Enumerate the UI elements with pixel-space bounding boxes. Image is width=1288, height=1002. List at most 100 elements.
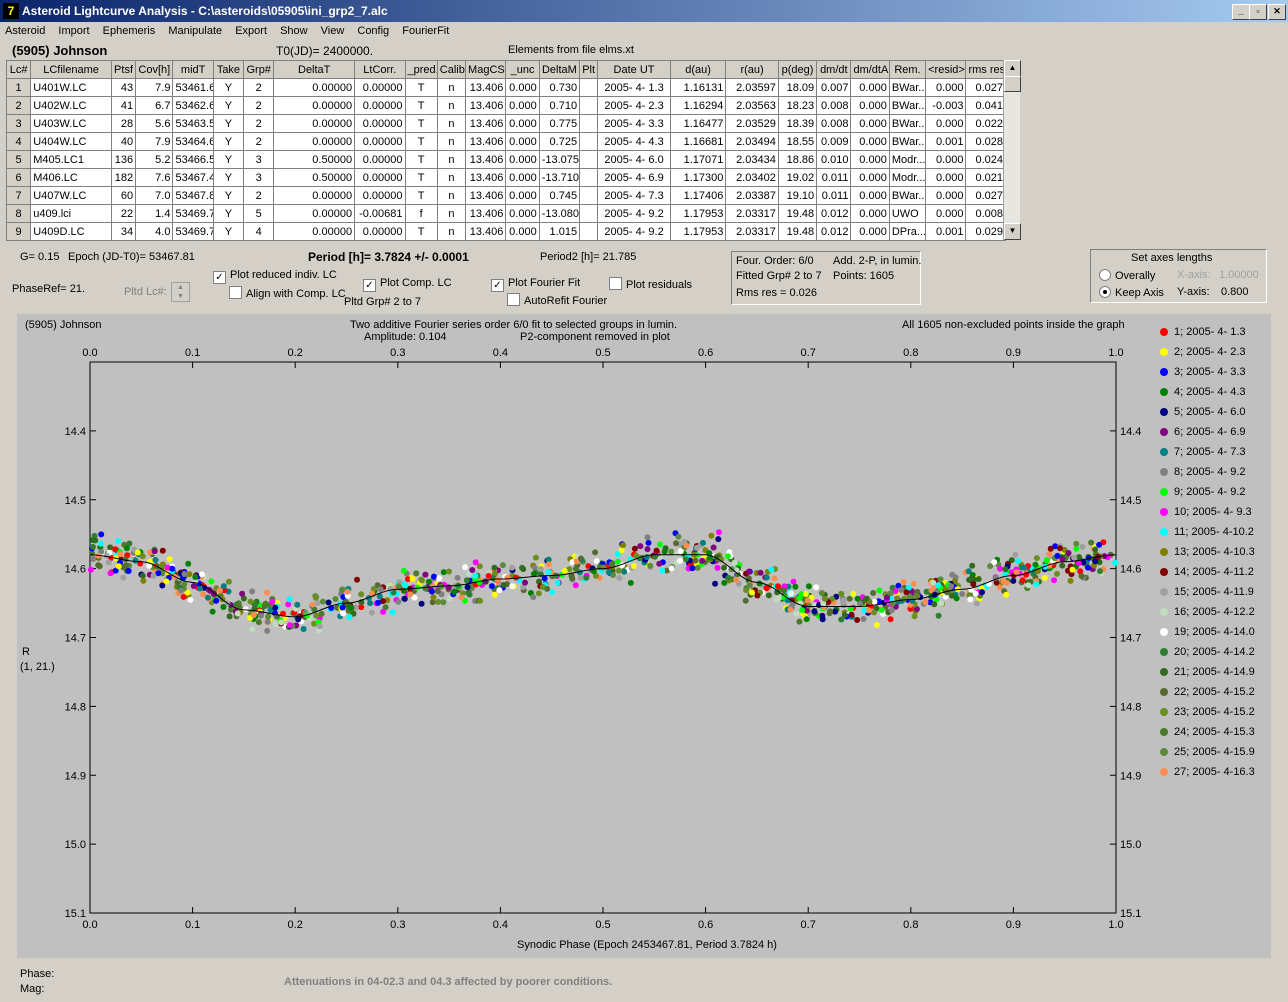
table-cell[interactable]: 19.48 (777, 222, 818, 241)
plot-comp-checkbox[interactable]: ✓ Plot Comp. LC (363, 277, 452, 292)
table-cell[interactable]: Y (212, 168, 245, 187)
table-cell[interactable]: 0.024 (965, 150, 1006, 169)
table-cell[interactable]: 53461.6 (172, 78, 214, 97)
table-cell[interactable] (579, 186, 599, 205)
table-cell[interactable]: 2 (243, 78, 275, 97)
table-cell[interactable]: T (404, 168, 438, 187)
table-cell[interactable]: 2.03597 (725, 78, 779, 97)
table-cell[interactable]: u409.lci (30, 204, 112, 223)
table-cell[interactable]: 0.012 (816, 222, 852, 241)
table-cell[interactable]: 1.17953 (669, 204, 727, 223)
table-cell[interactable]: 7.0 (135, 186, 174, 205)
table-cell[interactable]: 0.000 (505, 186, 540, 205)
column-header[interactable]: <resid> (925, 60, 967, 79)
table-cell[interactable]: 1.16477 (669, 114, 727, 133)
table-cell[interactable]: 3 (243, 150, 275, 169)
table-cell[interactable]: 0.000 (925, 114, 967, 133)
table-cell[interactable]: 0.000 (925, 150, 967, 169)
table-cell[interactable]: 0.745 (538, 186, 581, 205)
column-header[interactable]: Take (212, 60, 245, 79)
table-cell[interactable]: 0.00000 (354, 96, 406, 115)
table-cell[interactable]: Y (212, 114, 245, 133)
column-header[interactable]: Rem. (888, 60, 927, 79)
table-cell[interactable]: -0.00681 (354, 204, 406, 223)
table-cell[interactable]: n (436, 204, 467, 223)
table-cell[interactable]: BWar.. (888, 114, 927, 133)
table-cell[interactable]: 0.029 (965, 222, 1006, 241)
menu-manipulate[interactable]: Manipulate (163, 22, 227, 37)
table-cell[interactable]: 2.03434 (725, 150, 779, 169)
table-cell[interactable]: 22 (110, 204, 137, 223)
table-cell[interactable]: 0.000 (925, 186, 967, 205)
table-cell[interactable]: 0.00000 (273, 114, 356, 133)
table-cell[interactable]: 53469.7 (172, 204, 214, 223)
table-cell[interactable]: -13.710 (538, 168, 581, 187)
table-cell[interactable]: 5 (243, 204, 275, 223)
table-cell[interactable]: 0.009 (816, 132, 852, 151)
table-cell[interactable]: 5.2 (135, 150, 174, 169)
menu-export[interactable]: Export (230, 22, 272, 37)
table-cell[interactable]: 0.000 (505, 78, 540, 97)
lightcurve-table[interactable]: Lc# LCfilename Ptsf Cov[h] midT Take Grp# Delta… (5, 60, 1006, 241)
table-cell[interactable]: 1.16294 (669, 96, 727, 115)
table-cell[interactable]: 0.00000 (354, 150, 406, 169)
minimize-button[interactable]: _ (1232, 4, 1250, 20)
table-cell[interactable]: 0.00000 (273, 132, 356, 151)
table-cell[interactable]: T (404, 96, 438, 115)
table-cell[interactable]: U404W.LC (30, 132, 112, 151)
table-cell[interactable]: BWar.. (888, 186, 927, 205)
table-cell[interactable]: 0.000 (505, 96, 540, 115)
table-cell[interactable]: 0.000 (850, 186, 890, 205)
table-cell[interactable]: 0.000 (505, 114, 540, 133)
column-header[interactable]: DeltaT (273, 60, 356, 79)
table-cell[interactable]: 0.00000 (273, 204, 356, 223)
column-header[interactable]: DeltaM (538, 60, 581, 79)
column-header[interactable]: dm/dtA (850, 60, 890, 79)
table-cell[interactable]: 0.027 (965, 78, 1006, 97)
table-cell[interactable]: 13.406 (465, 168, 507, 187)
table-cell[interactable]: 0.000 (505, 204, 540, 223)
table-cell[interactable]: 0.028 (965, 132, 1006, 151)
table-cell[interactable]: 2 (243, 186, 275, 205)
table-cell[interactable]: 0.00000 (273, 78, 356, 97)
column-header[interactable]: r(au) (725, 60, 779, 79)
table-cell[interactable]: 41 (110, 96, 137, 115)
table-cell[interactable]: 0.50000 (273, 168, 356, 187)
menu-config[interactable]: Config (352, 22, 394, 37)
table-cell[interactable]: 2005- 4- 2.3 (597, 96, 671, 115)
table-cell[interactable]: BWar.. (888, 78, 927, 97)
table-cell[interactable]: 53467.8 (172, 186, 214, 205)
table-cell[interactable]: 0.00000 (354, 114, 406, 133)
table-cell[interactable]: 34 (110, 222, 137, 241)
table-cell[interactable]: 0.000 (505, 132, 540, 151)
column-header[interactable]: Plt (579, 60, 599, 79)
table-row[interactable]: 7 U407W.LC 60 7.0 53467.8 Y 2 0.00000 0.00000 Tn 1… (5, 186, 1006, 205)
column-header[interactable]: dm/dt (816, 60, 852, 79)
table-cell[interactable]: 0.011 (816, 186, 852, 205)
table-cell[interactable] (579, 114, 599, 133)
table-cell[interactable]: UWO (888, 204, 927, 223)
table-cell[interactable]: M406.LC (30, 168, 112, 187)
table-cell[interactable]: 0.001 (925, 132, 967, 151)
table-cell[interactable]: 0.022 (965, 114, 1006, 133)
table-cell[interactable]: 2.03494 (725, 132, 779, 151)
menu-ephemeris[interactable]: Ephemeris (98, 22, 161, 37)
table-cell[interactable]: 7.6 (135, 168, 174, 187)
table-cell[interactable]: 0.008 (816, 96, 852, 115)
table-cell[interactable]: 0.000 (925, 204, 967, 223)
yaxis-input[interactable]: 0.800 (1221, 286, 1249, 298)
table-cell[interactable]: T (404, 222, 438, 241)
column-header[interactable]: Ptsf (110, 60, 137, 79)
table-cell[interactable]: 0.000 (505, 150, 540, 169)
table-cell[interactable]: 19.48 (777, 204, 818, 223)
table-cell[interactable]: 0.000 (850, 132, 890, 151)
plot-residuals-checkbox[interactable]: Plot residuals (609, 277, 692, 291)
table-cell[interactable]: 13.406 (465, 96, 507, 115)
table-cell[interactable]: 18.55 (777, 132, 818, 151)
table-cell[interactable]: 2005- 4- 6.9 (597, 168, 671, 187)
table-cell[interactable]: U401W.LC (30, 78, 112, 97)
table-cell[interactable]: 4 (243, 222, 275, 241)
table-row[interactable]: 8 u409.lci 22 1.4 53469.7 Y 5 0.00000 -0.00681 f n… (5, 204, 1006, 223)
table-cell[interactable]: 2005- 4- 9.2 (597, 222, 671, 241)
table-cell[interactable]: 2.03387 (725, 186, 779, 205)
